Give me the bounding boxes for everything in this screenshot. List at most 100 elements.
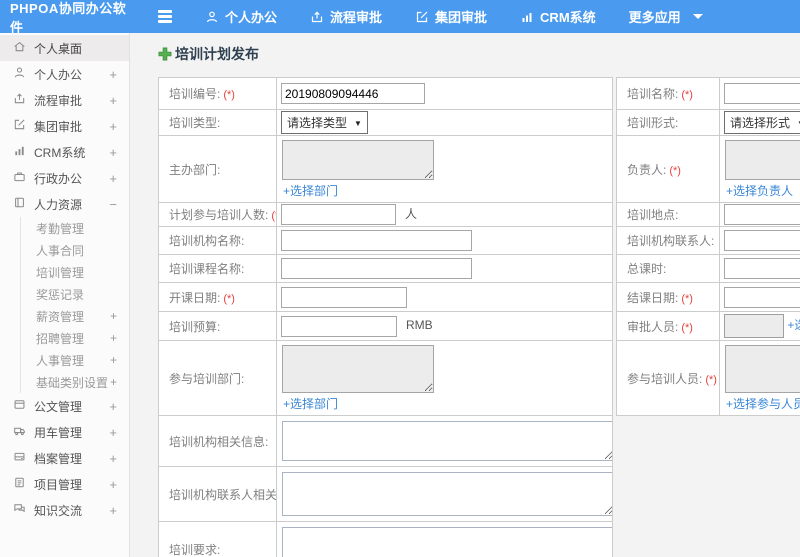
- nav-personal-office[interactable]: 个人办公: [205, 7, 277, 26]
- sidebar-item-personal-desktop[interactable]: 个人桌面: [0, 35, 129, 61]
- archive-icon: [13, 450, 26, 466]
- main-content: 培训计划发布 培训编号:(*) 培训类型: 请选择类型 主办部门: +选择部门: [131, 33, 800, 557]
- select-department-link[interactable]: +选择部门: [283, 395, 338, 412]
- nav-more-apps[interactable]: 更多应用: [629, 7, 703, 26]
- select-department-link[interactable]: +选择部门: [283, 182, 338, 199]
- sidebar-subitem-training[interactable]: 培训管理: [21, 261, 129, 283]
- flow-approval-icon: [310, 10, 324, 24]
- start-date-input[interactable]: [281, 286, 407, 308]
- expander-plus[interactable]: +: [109, 171, 117, 186]
- host-department-textarea[interactable]: [282, 140, 434, 180]
- field-label: 计划参与培训人数:(*): [158, 202, 277, 227]
- expander-plus[interactable]: +: [109, 119, 117, 134]
- sidebar: 个人桌面 个人办公 + 流程审批 + 集团审批 + CRM系统 + 行政办公 +…: [0, 33, 130, 557]
- chat-icon: [13, 502, 26, 518]
- field-label: 开课日期: (*): [158, 282, 277, 312]
- select-person-in-charge-link[interactable]: +选择负责人: [726, 182, 793, 199]
- sidebar-item-project[interactable]: 项目管理 +: [0, 471, 129, 497]
- field-label: 总课时:: [616, 254, 720, 283]
- bar-chart-icon: [520, 10, 534, 24]
- training-name-input[interactable]: [724, 83, 800, 104]
- edit-approval-icon: [415, 10, 429, 24]
- page-title: 培训计划发布: [158, 44, 800, 64]
- org-contact-info-textarea[interactable]: [282, 472, 612, 516]
- field-label: 培训机构相关信息:: [158, 415, 277, 467]
- expander-plus[interactable]: +: [109, 67, 117, 82]
- expander-plus[interactable]: +: [109, 425, 117, 440]
- end-date-input[interactable]: [724, 286, 800, 308]
- expander-plus[interactable]: +: [109, 145, 117, 160]
- sidebar-item-group-approval[interactable]: 集团审批 +: [0, 113, 129, 139]
- sidebar-item-flow-approval[interactable]: 流程审批 +: [0, 87, 129, 113]
- expander-plus[interactable]: +: [109, 93, 117, 108]
- training-plan-form: 培训编号:(*) 培训类型: 请选择类型 主办部门: +选择部门 计划参与培训人…: [158, 77, 800, 557]
- expander-plus[interactable]: +: [109, 477, 117, 492]
- planned-participants-input[interactable]: [281, 204, 396, 225]
- field-label: 参与培训部门:: [158, 340, 277, 416]
- expander-plus[interactable]: +: [109, 503, 117, 518]
- sidebar-submenu-hr: 考勤管理 人事合同 培训管理 奖惩记录 薪资管理 + 招聘管理 + 人事管理 + 基础…: [20, 217, 129, 393]
- topbar: PHPOA协同办公软件 个人办公 流程审批 集团审批 CRM系统 更多应用: [0, 0, 800, 35]
- person-in-charge-textarea[interactable]: [725, 140, 800, 180]
- sidebar-item-personal-office[interactable]: 个人办公 +: [0, 61, 129, 87]
- expander-plus[interactable]: +: [109, 451, 117, 466]
- form-table-left: 培训编号:(*) 培训类型: 请选择类型 主办部门: +选择部门 计划参与培训人…: [158, 77, 613, 557]
- sidebar-subitem-recruit[interactable]: 招聘管理 +: [21, 327, 129, 349]
- field-label: 培训类型:: [158, 109, 277, 136]
- field-label: 负责人: (*): [616, 135, 720, 203]
- form-table-right: 培训名称:(*) 培训形式: 请选择形式 负责人:(*) +选择负责人 培训地点…: [616, 77, 800, 416]
- training-form-select[interactable]: 请选择形式: [724, 111, 800, 134]
- sidebar-subitem-salary[interactable]: 薪资管理 +: [21, 305, 129, 327]
- sidebar-subitem-base-category[interactable]: 基础类别设置 +: [21, 371, 129, 393]
- car-icon: [13, 424, 26, 440]
- field-label: 主办部门:: [158, 135, 277, 203]
- user-icon: [205, 10, 219, 24]
- field-label: 培训地点:: [616, 202, 720, 227]
- sidebar-subitem-rewards[interactable]: 奖惩记录: [21, 283, 129, 305]
- expander-plus[interactable]: +: [109, 399, 117, 414]
- sidebar-item-hr[interactable]: 人力资源 −: [0, 191, 129, 217]
- field-label: 培训预算:: [158, 311, 277, 341]
- training-participants-textarea[interactable]: [725, 345, 800, 393]
- hamburger-menu-icon[interactable]: [158, 10, 172, 23]
- training-number-input[interactable]: [281, 83, 425, 104]
- sidebar-item-archive[interactable]: 档案管理 +: [0, 445, 129, 471]
- total-hours-input[interactable]: [724, 258, 800, 279]
- bar-chart-icon: [13, 144, 26, 160]
- field-label: 培训形式:: [616, 109, 720, 136]
- nav-flow-approval[interactable]: 流程审批: [310, 7, 382, 26]
- sidebar-item-admin-office[interactable]: 行政办公 +: [0, 165, 129, 191]
- training-type-select[interactable]: 请选择类型: [281, 111, 368, 134]
- field-label: 培训课程名称:: [158, 254, 277, 283]
- edit-approval-icon: [13, 118, 26, 134]
- sidebar-subitem-attendance[interactable]: 考勤管理: [21, 217, 129, 239]
- course-name-input[interactable]: [281, 258, 472, 279]
- field-label: 审批人员: (*): [616, 311, 720, 341]
- expander-minus[interactable]: −: [109, 197, 117, 212]
- participating-departments-textarea[interactable]: [282, 345, 434, 393]
- field-label: 结课日期: (*): [616, 282, 720, 312]
- book-icon: [13, 196, 26, 212]
- sidebar-item-vehicle[interactable]: 用车管理 +: [0, 419, 129, 445]
- budget-input[interactable]: [281, 315, 397, 337]
- sidebar-item-crm[interactable]: CRM系统 +: [0, 139, 129, 165]
- sidebar-item-documents[interactable]: 公文管理 +: [0, 393, 129, 419]
- nav-group-approval[interactable]: 集团审批: [415, 7, 487, 26]
- select-approver-link[interactable]: +选择审批人员: [787, 318, 800, 332]
- sidebar-subitem-hr-contract[interactable]: 人事合同: [21, 239, 129, 261]
- field-label: 参与培训人员: (*): [616, 340, 720, 416]
- org-info-textarea[interactable]: [282, 421, 612, 461]
- training-org-name-input[interactable]: [281, 230, 472, 251]
- sidebar-item-knowledge[interactable]: 知识交流 +: [0, 497, 129, 523]
- org-contact-input[interactable]: [724, 230, 800, 251]
- approver-input[interactable]: [724, 314, 784, 338]
- plus-icon: [158, 47, 172, 61]
- sidebar-subitem-personnel[interactable]: 人事管理 +: [21, 349, 129, 371]
- select-participants-link[interactable]: +选择参与人员: [726, 395, 800, 412]
- app-logo: PHPOA协同办公软件: [10, 0, 127, 35]
- flow-approval-icon: [13, 92, 26, 108]
- nav-crm[interactable]: CRM系统: [520, 7, 596, 26]
- training-requirements-textarea[interactable]: [282, 527, 612, 557]
- training-location-input[interactable]: [724, 204, 800, 225]
- project-icon: [13, 476, 26, 492]
